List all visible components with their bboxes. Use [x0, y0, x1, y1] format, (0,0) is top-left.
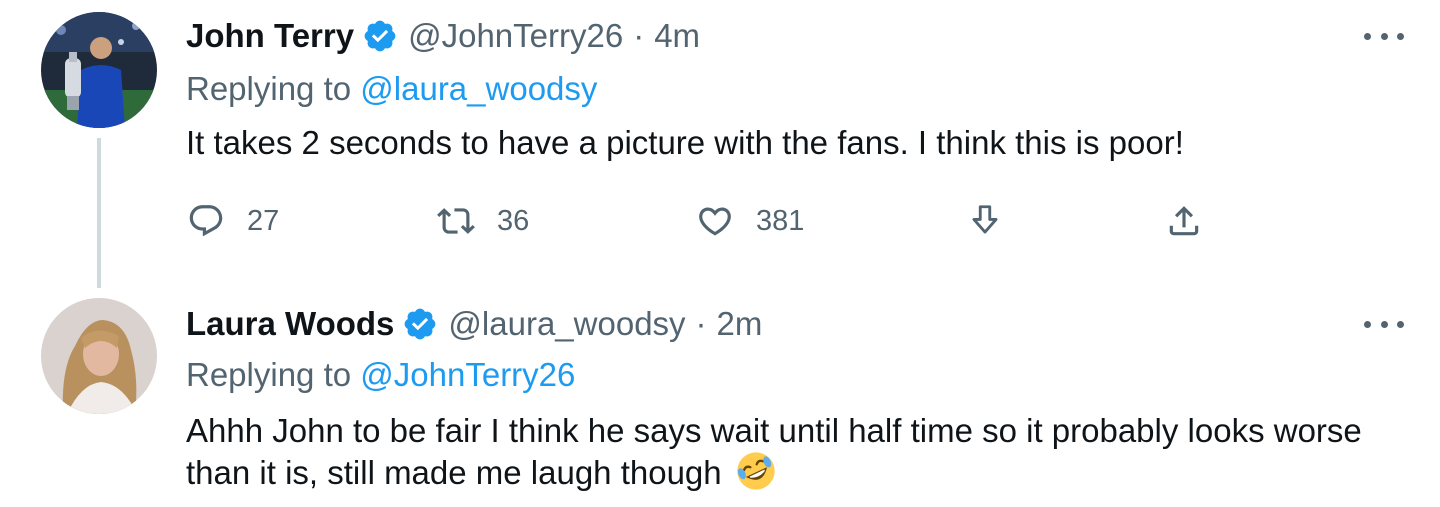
replying-to-line: Replying to @laura_woodsy: [186, 70, 597, 108]
header-separator: ·: [695, 305, 707, 342]
tweet-header: Laura Woods @laura_woodsy · 2m: [186, 302, 762, 346]
reply-count: 27: [247, 204, 280, 237]
author-handle[interactable]: @JohnTerry26: [408, 17, 623, 55]
replying-to-label: Replying to: [186, 356, 352, 393]
tweet-header: John Terry @JohnTerry26 · 4m: [186, 14, 700, 58]
replying-to-label: Replying to: [186, 70, 352, 107]
tweet-laura-woods[interactable]: Laura Woods @laura_woodsy · 2m Replying …: [0, 290, 1440, 507]
download-button[interactable]: [966, 196, 1004, 246]
avatar-laura-woods[interactable]: [41, 298, 157, 414]
more-options-icon[interactable]: [1364, 26, 1404, 46]
tweet-actions: 27 36 381: [0, 196, 1440, 246]
replying-to-mention[interactable]: @JohnTerry26: [360, 356, 575, 393]
author-name[interactable]: Laura Woods: [186, 305, 394, 343]
like-button[interactable]: 381: [696, 196, 804, 246]
reply-button[interactable]: 27: [187, 196, 279, 246]
share-icon: [1169, 206, 1199, 236]
download-icon: [972, 205, 998, 234]
tweet-text-container: Ahhh John to be fair I think he says wai…: [186, 412, 1406, 492]
replying-to-mention[interactable]: @laura_woodsy: [360, 70, 597, 107]
verified-badge-icon: [405, 308, 436, 340]
retweet-icon: [437, 208, 475, 234]
retweet-count: 36: [497, 204, 530, 237]
like-count: 381: [756, 204, 805, 237]
header-separator: ·: [633, 17, 645, 54]
author-handle[interactable]: @laura_woodsy: [448, 305, 685, 343]
retweet-button[interactable]: 36: [437, 196, 529, 246]
tweet-john-terry[interactable]: John Terry @JohnTerry26 · 4m Replying to…: [0, 0, 1440, 290]
author-name[interactable]: John Terry: [186, 17, 354, 55]
rolling-on-floor-laughing-emoji: [737, 452, 775, 490]
share-button[interactable]: [1165, 196, 1203, 246]
more-options-icon[interactable]: [1364, 314, 1404, 334]
reply-icon: [189, 205, 223, 237]
avatar-john-terry[interactable]: [41, 12, 157, 128]
tweet-timestamp[interactable]: 4m: [654, 17, 700, 55]
tweet-timestamp[interactable]: 2m: [717, 305, 763, 343]
tweet-text: It takes 2 seconds to have a picture wit…: [186, 124, 1184, 161]
verified-badge-icon: [364, 20, 396, 52]
replying-to-line: Replying to @JohnTerry26: [186, 356, 575, 394]
heart-icon: [699, 207, 731, 236]
